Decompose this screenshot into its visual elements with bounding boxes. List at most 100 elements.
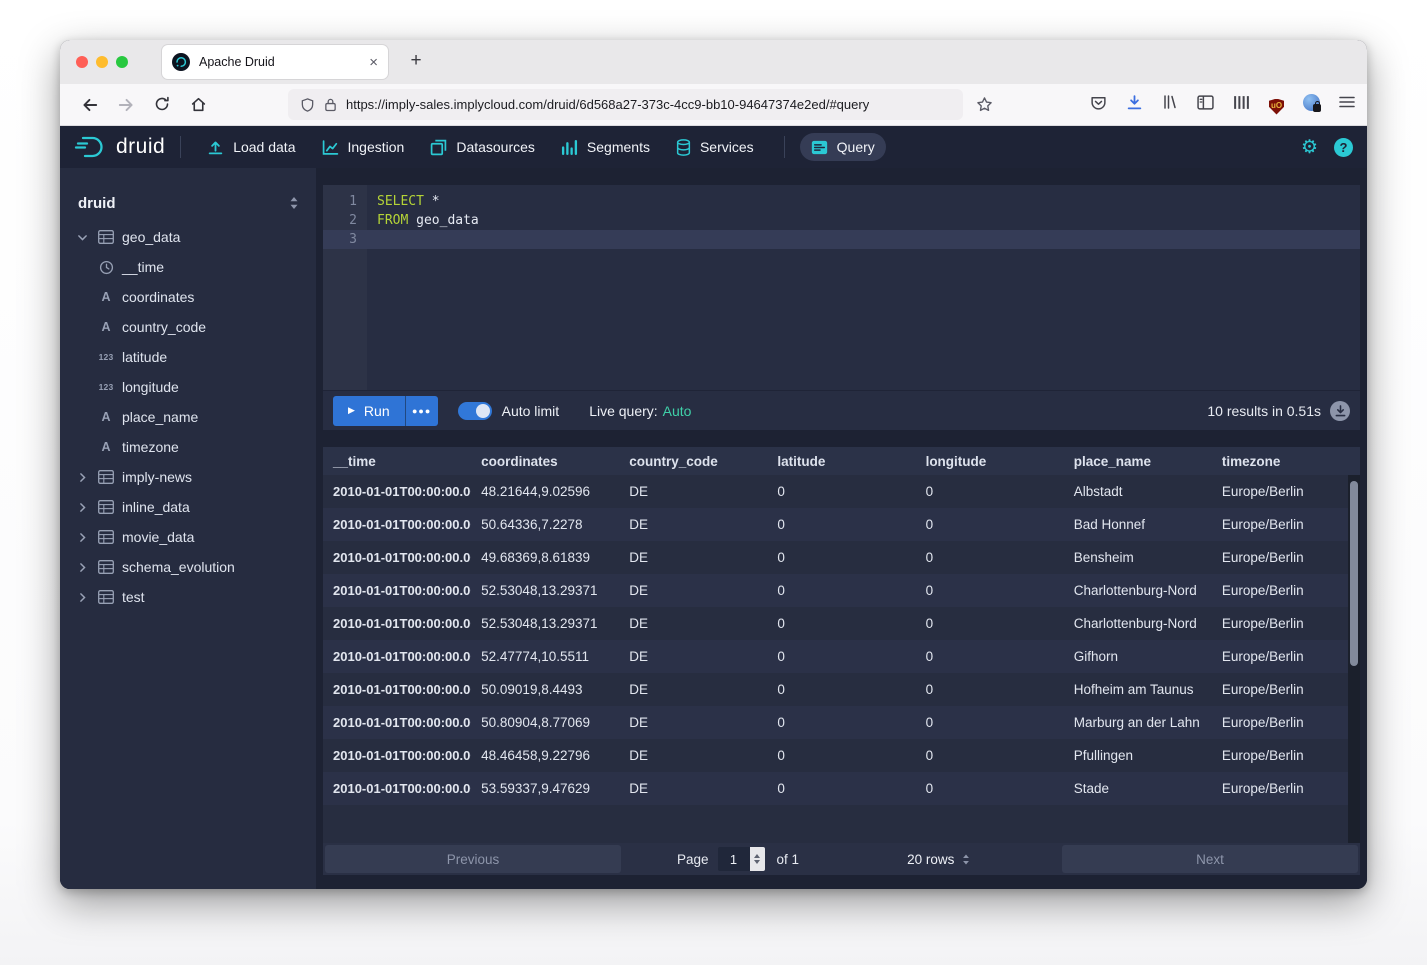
- tab-close-icon[interactable]: ×: [369, 55, 378, 70]
- next-page-button[interactable]: Next: [1062, 845, 1358, 873]
- cell-coordinates[interactable]: 50.09019,8.4493: [471, 673, 619, 706]
- cell-longitude[interactable]: 0: [916, 640, 1064, 673]
- editor-line[interactable]: 2FROM geo_data: [323, 211, 1360, 230]
- run-more-button[interactable]: ●●●: [405, 396, 438, 426]
- cell-timezone[interactable]: Europe/Berlin: [1212, 574, 1360, 607]
- reload-icon[interactable]: [144, 96, 180, 114]
- back-icon[interactable]: [72, 96, 108, 114]
- cell-place_name[interactable]: Pfullingen: [1064, 739, 1212, 772]
- auto-limit-toggle[interactable]: [458, 402, 492, 420]
- cell-__time[interactable]: 2010-01-01T00:00:00.000Z: [323, 541, 471, 574]
- cell-coordinates[interactable]: 52.47774,10.5511: [471, 640, 619, 673]
- page-stepper[interactable]: [750, 847, 765, 871]
- cell-longitude[interactable]: 0: [916, 475, 1064, 508]
- vertical-scrollbar[interactable]: [1348, 475, 1360, 843]
- cell-longitude[interactable]: 0: [916, 508, 1064, 541]
- cell-__time[interactable]: 2010-01-01T00:00:00.000Z: [323, 574, 471, 607]
- forward-icon[interactable]: [108, 96, 144, 114]
- column-header-place_name[interactable]: place_name: [1064, 447, 1212, 475]
- tree-column-longitude[interactable]: 123longitude: [60, 372, 316, 402]
- cell-latitude[interactable]: 0: [767, 706, 915, 739]
- step-up-icon[interactable]: [754, 854, 760, 858]
- cell-latitude[interactable]: 0: [767, 508, 915, 541]
- nav-item-query[interactable]: Query: [800, 133, 886, 161]
- editor-line[interactable]: 3: [323, 230, 1360, 249]
- privacy-lock-icon[interactable]: [1303, 94, 1320, 116]
- cell-latitude[interactable]: 0: [767, 607, 915, 640]
- cell-__time[interactable]: 2010-01-01T00:00:00.000Z: [323, 508, 471, 541]
- containers-icon[interactable]: [1233, 95, 1250, 115]
- druid-wordmark[interactable]: druid: [116, 135, 165, 159]
- gear-icon[interactable]: ⚙: [1301, 136, 1318, 159]
- download-icon[interactable]: [1126, 94, 1143, 116]
- column-header-country_code[interactable]: country_code: [619, 447, 767, 475]
- cell-latitude[interactable]: 0: [767, 673, 915, 706]
- cell-country_code[interactable]: DE: [619, 772, 767, 805]
- tree-column-latitude[interactable]: 123latitude: [60, 342, 316, 372]
- cell-__time[interactable]: 2010-01-01T00:00:00.000Z: [323, 739, 471, 772]
- cell-place_name[interactable]: Bensheim: [1064, 541, 1212, 574]
- chevron-down-icon[interactable]: [74, 231, 90, 244]
- cell-timezone[interactable]: Europe/Berlin: [1212, 640, 1360, 673]
- cell-longitude[interactable]: 0: [916, 673, 1064, 706]
- cell-country_code[interactable]: DE: [619, 541, 767, 574]
- cell-country_code[interactable]: DE: [619, 739, 767, 772]
- cell-coordinates[interactable]: 53.59337,9.47629: [471, 772, 619, 805]
- url-bar[interactable]: https://imply-sales.implycloud.com/druid…: [288, 89, 963, 120]
- url-text[interactable]: https://imply-sales.implycloud.com/druid…: [346, 97, 869, 112]
- cell-timezone[interactable]: Europe/Berlin: [1212, 673, 1360, 706]
- tree-column-__time[interactable]: __time: [60, 252, 316, 282]
- tree-column-country_code[interactable]: Acountry_code: [60, 312, 316, 342]
- tree-item-movie_data[interactable]: movie_data: [60, 522, 316, 552]
- cell-longitude[interactable]: 0: [916, 607, 1064, 640]
- tree-item-test[interactable]: test: [60, 582, 316, 612]
- live-query-value[interactable]: Auto: [663, 403, 692, 419]
- column-header-latitude[interactable]: latitude: [767, 447, 915, 475]
- cell-timezone[interactable]: Europe/Berlin: [1212, 772, 1360, 805]
- cell-__time[interactable]: 2010-01-01T00:00:00.000Z: [323, 772, 471, 805]
- sql-editor[interactable]: 1SELECT *2FROM geo_data3: [323, 185, 1360, 390]
- cell-coordinates[interactable]: 50.80904,8.77069: [471, 706, 619, 739]
- nav-item-segments[interactable]: Segments: [550, 133, 661, 162]
- nav-item-ingestion[interactable]: Ingestion: [311, 133, 416, 162]
- chevron-right-icon[interactable]: [74, 471, 90, 484]
- cell-longitude[interactable]: 0: [916, 541, 1064, 574]
- cell-country_code[interactable]: DE: [619, 475, 767, 508]
- cell-latitude[interactable]: 0: [767, 739, 915, 772]
- cell-longitude[interactable]: 0: [916, 739, 1064, 772]
- nav-item-load-data[interactable]: Load data: [196, 133, 306, 162]
- chevron-right-icon[interactable]: [74, 591, 90, 604]
- sort-icon[interactable]: [288, 196, 300, 210]
- chevron-right-icon[interactable]: [74, 561, 90, 574]
- browser-tab[interactable]: Apache Druid ×: [162, 45, 388, 79]
- cell-latitude[interactable]: 0: [767, 541, 915, 574]
- cell-place_name[interactable]: Stade: [1064, 772, 1212, 805]
- cell-coordinates[interactable]: 50.64336,7.2278: [471, 508, 619, 541]
- cell-place_name[interactable]: Bad Honnef: [1064, 508, 1212, 541]
- cell-longitude[interactable]: 0: [916, 772, 1064, 805]
- tree-item-schema_evolution[interactable]: schema_evolution: [60, 552, 316, 582]
- home-icon[interactable]: [180, 96, 216, 114]
- cell-__time[interactable]: 2010-01-01T00:00:00.000Z: [323, 640, 471, 673]
- cell-latitude[interactable]: 0: [767, 772, 915, 805]
- nav-item-datasources[interactable]: Datasources: [419, 133, 546, 162]
- cell-__time[interactable]: 2010-01-01T00:00:00.000Z: [323, 475, 471, 508]
- column-header-coordinates[interactable]: coordinates: [471, 447, 619, 475]
- cell-timezone[interactable]: Europe/Berlin: [1212, 508, 1360, 541]
- cell-country_code[interactable]: DE: [619, 508, 767, 541]
- cell-longitude[interactable]: 0: [916, 574, 1064, 607]
- editor-line[interactable]: 1SELECT *: [323, 192, 1360, 211]
- tree-item-inline_data[interactable]: inline_data: [60, 492, 316, 522]
- cell-latitude[interactable]: 0: [767, 475, 915, 508]
- lock-icon[interactable]: [324, 97, 337, 112]
- cell-latitude[interactable]: 0: [767, 640, 915, 673]
- cell-timezone[interactable]: Europe/Berlin: [1212, 739, 1360, 772]
- druid-logo-icon[interactable]: [74, 134, 110, 160]
- cell-__time[interactable]: 2010-01-01T00:00:00.000Z: [323, 673, 471, 706]
- page-number-input[interactable]: [718, 847, 750, 871]
- cell-place_name[interactable]: Charlottenburg-Nord: [1064, 607, 1212, 640]
- column-header-timezone[interactable]: timezone: [1212, 447, 1360, 475]
- cell-latitude[interactable]: 0: [767, 574, 915, 607]
- sidebar-toggle-icon[interactable]: [1197, 95, 1214, 115]
- previous-page-button[interactable]: Previous: [325, 845, 621, 873]
